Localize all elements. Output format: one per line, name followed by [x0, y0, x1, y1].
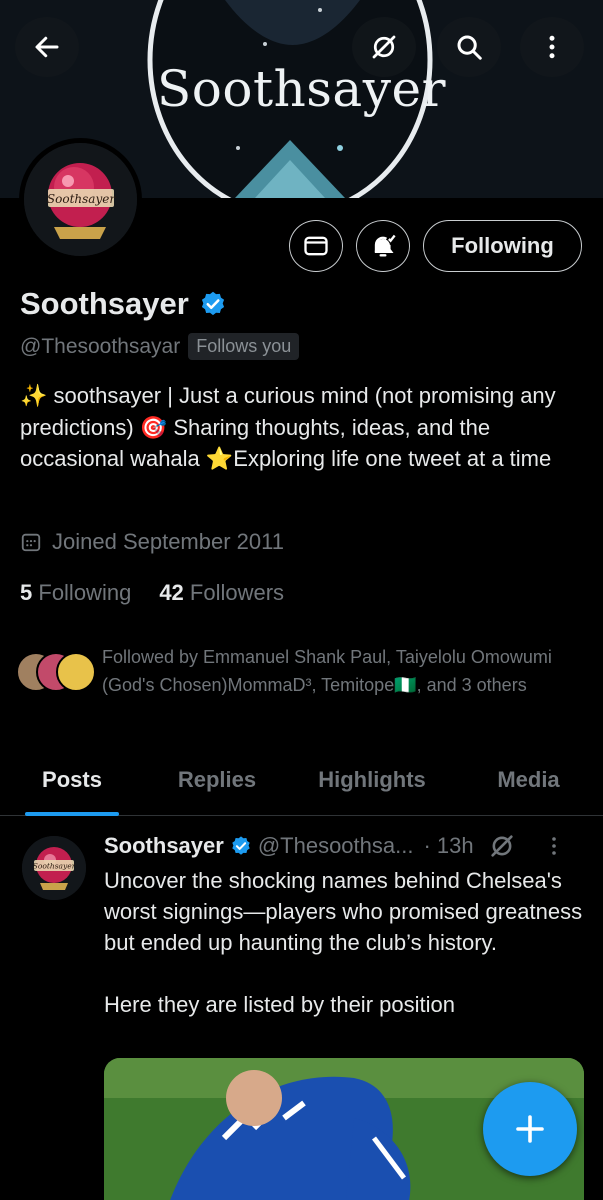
- joined-date: Joined September 2011: [20, 529, 284, 555]
- grok-button[interactable]: [352, 17, 416, 77]
- compose-post-button[interactable]: [483, 1082, 577, 1176]
- back-button[interactable]: [15, 17, 79, 77]
- notifications-button[interactable]: [356, 220, 410, 272]
- joined-text: Joined September 2011: [52, 529, 284, 554]
- following-stat-label: Following: [38, 580, 132, 605]
- arrow-left-icon: [35, 36, 59, 58]
- handle-row: @Thesoothsayar Follows you: [20, 333, 300, 360]
- verified-badge-icon[interactable]: [199, 290, 227, 318]
- tab-replies[interactable]: Replies: [144, 752, 290, 808]
- tab-media[interactable]: Media: [454, 752, 603, 808]
- follow-stats: 5 Following 42 Followers: [20, 580, 284, 606]
- tab-highlights[interactable]: Highlights: [290, 752, 454, 808]
- tab-posts[interactable]: Posts: [0, 752, 144, 808]
- profile-avatar[interactable]: Soothsayer: [19, 138, 142, 261]
- followers-stat-label: Followers: [189, 580, 285, 605]
- avatar-logo-text: Soothsayer: [47, 192, 116, 206]
- more-vertical-icon: [549, 35, 555, 59]
- followers-stat[interactable]: 42 Followers: [159, 580, 284, 606]
- search-button[interactable]: [437, 17, 501, 77]
- profile-handle: @Thesoothsayar: [20, 334, 181, 358]
- crystal-ball-logo: Soothsayer: [24, 143, 137, 256]
- bell-check-icon: [374, 234, 396, 257]
- envelope-icon: [304, 236, 328, 256]
- followed-by-row[interactable]: Followed by Emmanuel Shank Paul, Taiyelo…: [16, 644, 586, 699]
- tweet-author-handle[interactable]: @Thesoothsa...: [258, 833, 414, 859]
- profile-bio: ✨ soothsayer | Just a curious mind (not …: [20, 383, 556, 471]
- grok-icon: [372, 35, 396, 59]
- banner-logo-text: Soothsayer: [157, 60, 446, 118]
- profile-tabs: Posts Replies Highlights Media: [0, 752, 603, 816]
- mutual-avatar: [56, 651, 96, 692]
- tweet-avatar-logo-text: Soothsayer: [33, 862, 76, 871]
- profile-name-row: Soothsayer: [20, 286, 227, 322]
- tweet-header: Soothsayer @Thesoothsa... · 13h: [104, 832, 589, 860]
- following-count: 5: [20, 580, 33, 605]
- followers-count: 42: [159, 580, 184, 605]
- search-icon: [457, 35, 482, 60]
- crystal-ball-logo-small: Soothsayer: [22, 836, 86, 900]
- tweet-text: Uncover the shocking names behind Chelse…: [104, 868, 583, 1017]
- message-button[interactable]: [289, 220, 343, 272]
- grok-icon[interactable]: [488, 832, 516, 860]
- tweet-avatar[interactable]: Soothsayer: [22, 836, 86, 900]
- followed-by-text: Followed by Emmanuel Shank Paul, Taiyelo…: [102, 647, 552, 695]
- follows-you-badge: Follows you: [188, 333, 300, 360]
- profile-display-name: Soothsayer: [20, 286, 189, 321]
- mutual-avatars: [16, 651, 98, 692]
- calendar-icon: [21, 533, 41, 552]
- following-stat[interactable]: 5 Following: [20, 580, 131, 606]
- tweet-timestamp[interactable]: · 13h: [423, 833, 473, 859]
- plus-icon: [516, 1115, 544, 1143]
- following-button[interactable]: Following: [423, 220, 582, 272]
- more-options-button[interactable]: [520, 17, 584, 77]
- active-tab-indicator: [25, 812, 119, 816]
- more-vertical-icon[interactable]: [542, 834, 566, 858]
- tweet-author-name[interactable]: Soothsayer: [104, 833, 224, 859]
- verified-badge-icon: [232, 836, 250, 855]
